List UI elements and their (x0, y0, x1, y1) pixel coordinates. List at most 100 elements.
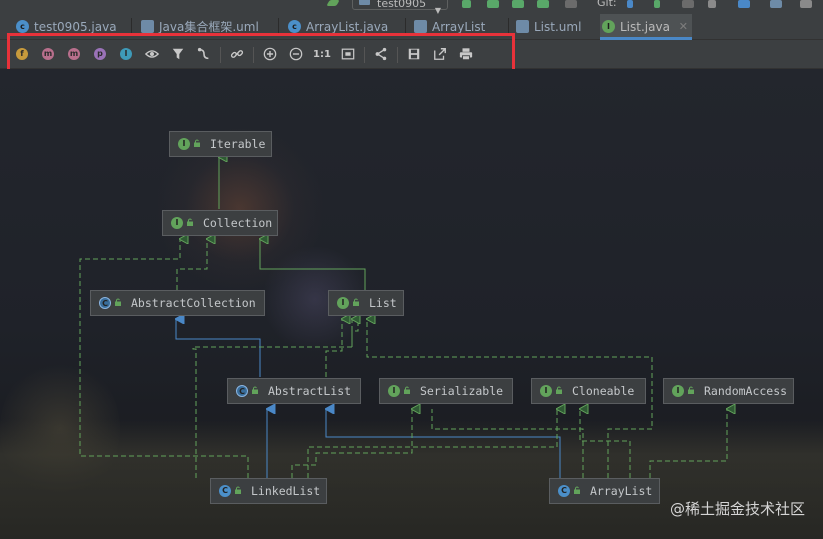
show-inner-classes-button[interactable]: I (118, 46, 134, 62)
tab-arraylist-diagram[interactable]: ArrayList (412, 14, 508, 40)
layout-icon (375, 47, 387, 61)
zoom-out-button[interactable] (288, 46, 304, 62)
debug-icon[interactable] (487, 0, 499, 8)
uml-node-abstract-collection[interactable]: C AbstractCollection (90, 290, 265, 316)
run-icon[interactable] (462, 0, 471, 8)
link-icon (230, 50, 244, 58)
uml-node-linked-list[interactable]: C LinkedList (210, 478, 327, 504)
search-everywhere-icon[interactable] (770, 0, 782, 8)
diagram-canvas[interactable]: I Iterable I Collection C AbstractCollec… (0, 69, 823, 539)
tab-arraylist-java[interactable]: c ArrayList.java (286, 14, 404, 40)
git-update-icon[interactable] (627, 0, 633, 8)
print-button[interactable] (458, 46, 474, 62)
git-history-icon[interactable] (682, 0, 694, 8)
zoom-out-icon (289, 47, 303, 61)
tab-label: List.uml (534, 20, 582, 34)
public-lock-icon (404, 386, 410, 394)
interface-icon: I (337, 297, 349, 309)
edge-linkedlist-serializable (291, 409, 412, 478)
uml-node-abstract-list[interactable]: C AbstractList (227, 378, 361, 404)
dependencies-button[interactable] (196, 46, 212, 62)
abstract-class-icon: C (99, 297, 111, 309)
zoom-in-button[interactable] (262, 46, 278, 62)
edge-linkedlist-collection (79, 239, 249, 478)
node-label: List (369, 296, 397, 310)
show-fields-button[interactable]: f (14, 46, 30, 62)
export-button[interactable] (432, 46, 448, 62)
node-label: Iterable (210, 137, 266, 151)
public-lock-icon (235, 486, 241, 494)
rollback-icon[interactable] (708, 0, 716, 8)
public-lock-icon (556, 386, 562, 394)
edge-arraylist-cloneable (580, 409, 631, 478)
node-label: Cloneable (572, 384, 635, 398)
fit-content-button[interactable] (340, 46, 356, 62)
uml-node-serializable[interactable]: I Serializable (379, 378, 513, 404)
constructor-icon: m (42, 48, 54, 60)
tab-list-uml[interactable]: List.uml (514, 14, 598, 40)
node-label: LinkedList (251, 484, 321, 498)
abstract-class-icon: C (236, 385, 248, 397)
actual-size-label: 1:1 (313, 48, 331, 60)
coverage-icon[interactable] (512, 0, 524, 8)
uml-node-cloneable[interactable]: I Cloneable (531, 378, 646, 404)
uml-node-array-list[interactable]: C ArrayList (549, 478, 660, 504)
interface-icon: I (171, 217, 183, 229)
project-structure-icon[interactable] (738, 0, 750, 8)
fit-content-icon (341, 48, 355, 60)
node-label: Collection (203, 216, 273, 230)
ide-top-bar: test0905 ▼ Git: (0, 0, 823, 15)
tab-test0905-java[interactable]: c test0905.java (14, 14, 130, 40)
class-icon: C (558, 485, 570, 497)
stop-icon[interactable] (565, 0, 577, 8)
uml-node-iterable[interactable]: I Iterable (169, 131, 272, 157)
eye-icon (145, 50, 159, 58)
actual-size-button[interactable]: 1:1 (313, 46, 331, 62)
show-methods-button[interactable]: m (66, 46, 82, 62)
class-icon: c (288, 20, 301, 33)
interface-icon: I (602, 20, 615, 33)
show-properties-button[interactable]: p (92, 46, 108, 62)
uml-node-list[interactable]: I List (328, 290, 404, 316)
run-config-selector[interactable]: test0905 ▼ (352, 0, 448, 15)
interface-icon: I (388, 385, 400, 397)
edge-arraylist-randomaccess (649, 409, 727, 478)
uml-node-collection[interactable]: I Collection (162, 210, 278, 236)
class-icon: c (16, 20, 29, 33)
interface-icon: I (540, 385, 552, 397)
watermark-text: @稀土掘金技术社区 (669, 500, 805, 518)
back-arrow-icon[interactable] (326, 0, 340, 6)
filter-button[interactable] (170, 46, 186, 62)
profile-icon[interactable] (537, 0, 549, 8)
visibility-button[interactable] (144, 46, 160, 62)
filter-icon (172, 48, 184, 60)
layout-button[interactable] (373, 46, 389, 62)
interface-icon: I (178, 138, 190, 150)
git-commit-icon[interactable] (654, 0, 660, 8)
public-lock-icon (194, 139, 200, 147)
edge-abstractcollection-collection (176, 239, 207, 290)
editor-tabs: c test0905.java Java集合框架.uml c ArrayList… (0, 14, 823, 40)
edge-arraylist-abstractlist (326, 409, 561, 478)
close-icon[interactable]: ✕ (679, 14, 688, 40)
show-constructors-button[interactable]: m (40, 46, 56, 62)
node-label: AbstractList (268, 384, 352, 398)
git-label: Git: (597, 0, 617, 9)
save-button[interactable] (406, 46, 422, 62)
tab-list-java[interactable]: I List.java ✕ (600, 14, 692, 40)
edge-abstractlist-abstractcollection (176, 319, 261, 377)
uml-diagram-icon (141, 20, 154, 33)
method-icon: m (68, 48, 80, 60)
public-lock-icon (574, 486, 580, 494)
public-lock-icon (187, 218, 193, 226)
settings-icon[interactable] (800, 0, 812, 8)
zoom-in-icon (263, 47, 277, 61)
tab-java-collection-uml[interactable]: Java集合框架.uml (139, 14, 277, 40)
interface-icon: I (672, 385, 684, 397)
uml-file-icon (516, 20, 529, 33)
tab-label: test0905.java (34, 20, 117, 34)
field-icon: f (16, 48, 28, 60)
link-button[interactable] (229, 46, 245, 62)
uml-node-random-access[interactable]: I RandomAccess (663, 378, 794, 404)
dependency-icon (197, 47, 209, 60)
